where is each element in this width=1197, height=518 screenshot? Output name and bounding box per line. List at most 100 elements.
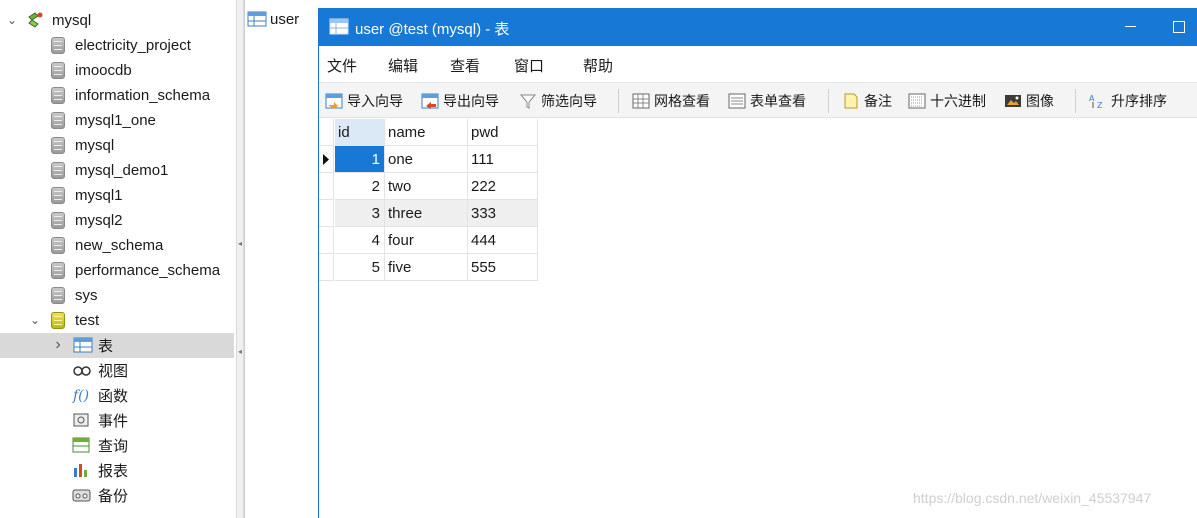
table-cell[interactable]: two (385, 173, 468, 200)
table-cell[interactable]: 111 (468, 146, 538, 173)
table-cell[interactable]: three (385, 200, 468, 227)
table-cell[interactable]: 4 (335, 227, 385, 254)
row-header[interactable] (319, 146, 334, 173)
filter-icon (519, 93, 537, 109)
memo-icon (842, 93, 860, 109)
tree-db-test[interactable]: ⌄ test (0, 308, 234, 333)
table-cell[interactable]: 3 (335, 200, 385, 227)
table-cell[interactable]: 1 (335, 146, 385, 173)
image-button[interactable]: 图像 (1004, 91, 1054, 111)
table-cell[interactable]: 444 (468, 227, 538, 254)
query-icon (72, 437, 92, 455)
tree-child-view[interactable]: 视图 (0, 358, 234, 383)
tree-db-item[interactable]: mysql1_one (0, 108, 234, 133)
tree-db-item[interactable]: mysql_demo1 (0, 158, 234, 183)
table-cell[interactable]: 333 (468, 200, 538, 227)
tree-child-label: 备份 (98, 488, 129, 505)
db-label: sys (75, 287, 98, 304)
report-icon (72, 462, 92, 480)
db-label: mysql (75, 137, 115, 154)
tree-db-item[interactable]: electricity_project (0, 33, 234, 58)
export-wizard-button[interactable]: 导出向导 (421, 91, 499, 111)
navigation-tree: ⌄ mysql electricity_projectimoocdb inform… (0, 0, 236, 518)
object-list: user (244, 0, 320, 518)
collapse-arrow-icon[interactable]: ◂ (238, 240, 242, 248)
tree-child-query[interactable]: 查询 (0, 433, 234, 458)
tree-db-item[interactable]: mysql (0, 133, 234, 158)
toolbar: 导入向导 导出向导 筛选向导 网格查看 表单查看 备注 十六进制 图像 A Z … (319, 82, 1197, 118)
collapse-arrow-icon[interactable]: ◂ (238, 348, 242, 356)
tree-db-item[interactable]: mysql2 (0, 208, 234, 233)
table-cell[interactable]: 2 (335, 173, 385, 200)
tree-db-item[interactable]: mysql1 (0, 183, 234, 208)
function-icon: f() (72, 387, 92, 405)
db-label: information_schema (75, 87, 211, 104)
hex-button[interactable]: 十六进制 (908, 91, 986, 111)
table-cell[interactable]: four (385, 227, 468, 254)
row-header[interactable] (319, 227, 334, 254)
row-header[interactable] (319, 200, 334, 227)
tree-child-report[interactable]: 报表 (0, 458, 234, 483)
sort-ascending-button[interactable]: AZ 升序排序 (1089, 91, 1167, 111)
object-item-user[interactable]: user (247, 10, 299, 28)
tree-connection-mysql[interactable]: ⌄ mysql (0, 8, 234, 33)
backup-icon (72, 487, 92, 505)
db-label: electricity_project (75, 37, 191, 54)
window-titlebar[interactable]: user @test (mysql) - 表 (319, 8, 1197, 46)
form-view-button[interactable]: 表单查看 (728, 91, 806, 111)
database-icon (51, 162, 65, 179)
db-label: new_schema (75, 237, 164, 254)
maximize-button[interactable] (1173, 21, 1185, 33)
column-header-name[interactable]: name (385, 119, 468, 146)
menu-edit[interactable]: 编辑 (388, 55, 418, 76)
tree-child-label: 表 (98, 338, 114, 355)
tree-db-item[interactable]: performance_schema (0, 258, 234, 283)
tree-child-backup[interactable]: 备份 (0, 483, 234, 508)
filter-wizard-button[interactable]: 筛选向导 (519, 91, 597, 111)
watermark: https://blog.csdn.net/weixin_45537947 (913, 490, 1152, 506)
menu-view[interactable]: 查看 (450, 55, 480, 76)
table-cell[interactable]: five (385, 254, 468, 281)
tree-child-label: 视图 (98, 363, 129, 380)
menu-file[interactable]: 文件 (327, 55, 357, 76)
pane-splitter[interactable]: ◂ ◂ (236, 0, 244, 518)
db-label: mysql_demo1 (75, 162, 169, 179)
column-header-id[interactable]: id (335, 119, 385, 146)
tree-db-item[interactable]: sys (0, 283, 234, 308)
table-cell[interactable]: 5 (335, 254, 385, 281)
table-cell[interactable]: 222 (468, 173, 538, 200)
chevron-down-icon[interactable]: ⌄ (6, 14, 18, 26)
menu-help[interactable]: 帮助 (583, 55, 613, 76)
tree-child-function[interactable]: f() 函数 (0, 383, 234, 408)
chevron-right-icon[interactable]: › (52, 337, 64, 353)
connection-label: mysql (52, 12, 92, 29)
grid-view-button[interactable]: 网格查看 (632, 91, 710, 111)
tree-child-label: 函数 (98, 388, 129, 405)
memo-button[interactable]: 备注 (842, 91, 892, 111)
hex-icon (908, 93, 926, 109)
tree-db-item[interactable]: imoocdb (0, 58, 234, 83)
tree-db-item[interactable]: new_schema (0, 233, 234, 258)
import-wizard-button[interactable]: 导入向导 (325, 91, 403, 111)
chevron-down-icon[interactable]: ⌄ (29, 314, 41, 326)
tree-child-table[interactable]: › 表 (0, 333, 234, 358)
database-open-icon (51, 312, 65, 329)
svg-text:A: A (1089, 94, 1095, 103)
tree-db-item[interactable]: information_schema (0, 83, 234, 108)
grid-corner (319, 119, 334, 146)
database-icon (51, 212, 65, 229)
table-icon (329, 18, 349, 38)
database-icon (51, 237, 65, 254)
db-label: mysql1 (75, 187, 123, 204)
db-label: imoocdb (75, 62, 132, 79)
connection-icon (26, 11, 43, 29)
row-header[interactable] (319, 254, 334, 281)
menu-window[interactable]: 窗口 (514, 55, 544, 76)
table-cell[interactable]: 555 (468, 254, 538, 281)
column-header-pwd[interactable]: pwd (468, 119, 538, 146)
row-header[interactable] (319, 173, 334, 200)
table-cell[interactable]: one (385, 146, 468, 173)
tree-child-event[interactable]: 事件 (0, 408, 234, 433)
minimize-button[interactable] (1125, 26, 1136, 27)
table-icon (73, 337, 93, 355)
